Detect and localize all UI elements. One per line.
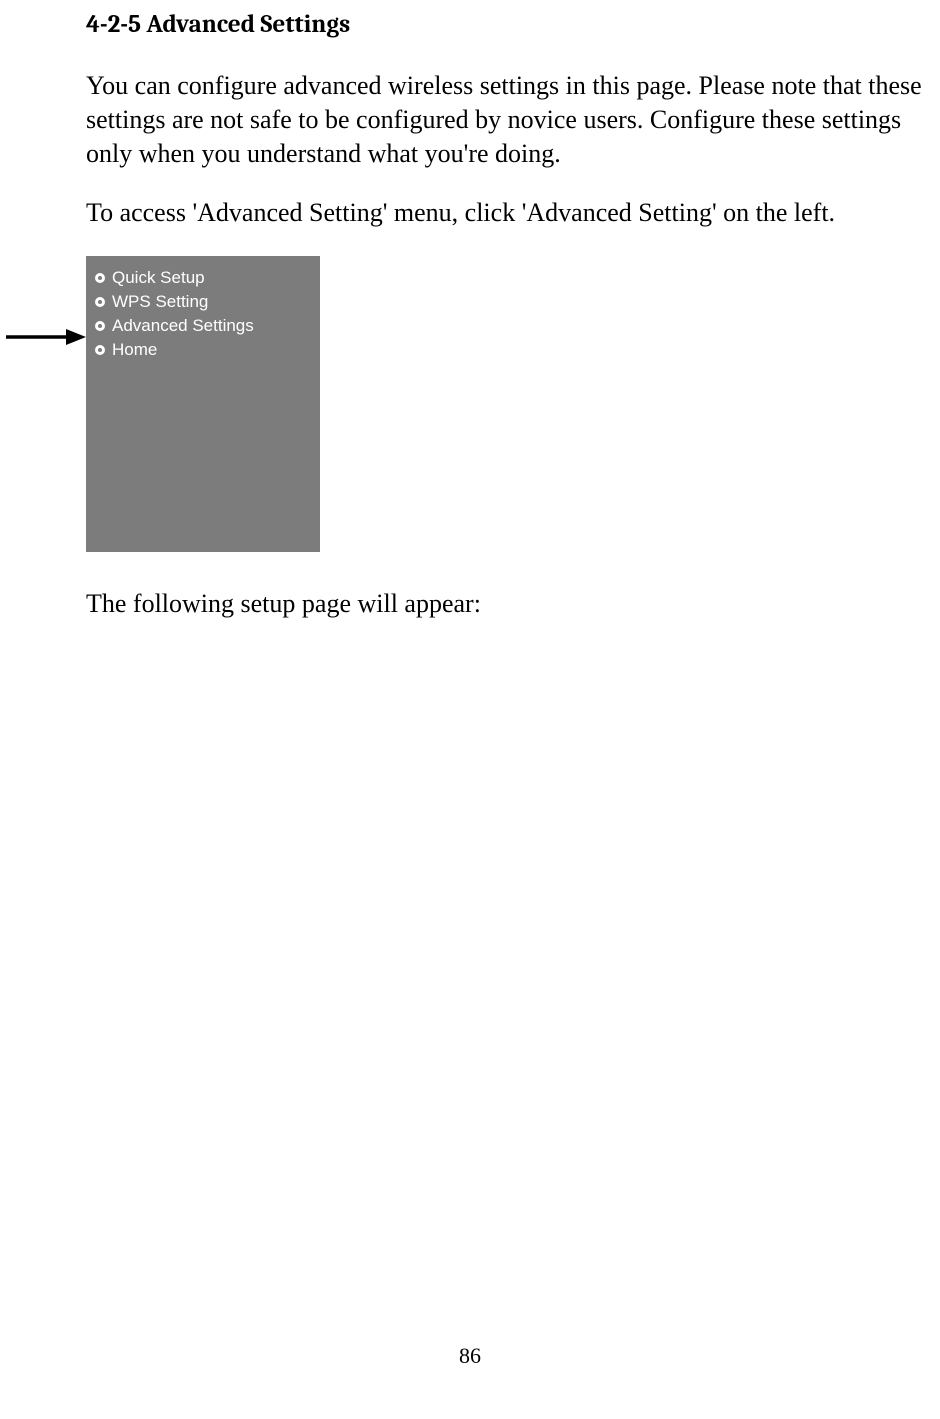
bullet-icon	[94, 344, 106, 356]
pointer-arrow	[0, 256, 86, 346]
section-heading: 4-2-5 Advanced Settings	[86, 10, 940, 39]
bullet-icon	[94, 296, 106, 308]
menu-item-quick-setup[interactable]: Quick Setup	[94, 266, 312, 290]
arrow-icon	[6, 328, 86, 346]
menu-label: Home	[112, 340, 157, 360]
menu-item-wps-setting[interactable]: WPS Setting	[94, 290, 312, 314]
sidebar-menu-screenshot: Quick Setup WPS Setting Advanced Setting…	[86, 256, 320, 552]
menu-item-home[interactable]: Home	[94, 338, 312, 362]
menu-label: Advanced Settings	[112, 316, 254, 336]
bullet-icon	[94, 272, 106, 284]
menu-label: WPS Setting	[112, 292, 208, 312]
intro-paragraph-2: To access 'Advanced Setting' menu, click…	[86, 196, 936, 230]
bullet-icon	[94, 320, 106, 332]
menu-item-advanced-settings[interactable]: Advanced Settings	[94, 314, 312, 338]
menu-label: Quick Setup	[112, 268, 205, 288]
page-number: 86	[0, 1343, 940, 1369]
intro-paragraph-1: You can configure advanced wireless sett…	[86, 69, 936, 170]
menu-figure: Quick Setup WPS Setting Advanced Setting…	[0, 256, 940, 552]
intro-paragraph-3: The following setup page will appear:	[86, 587, 936, 621]
